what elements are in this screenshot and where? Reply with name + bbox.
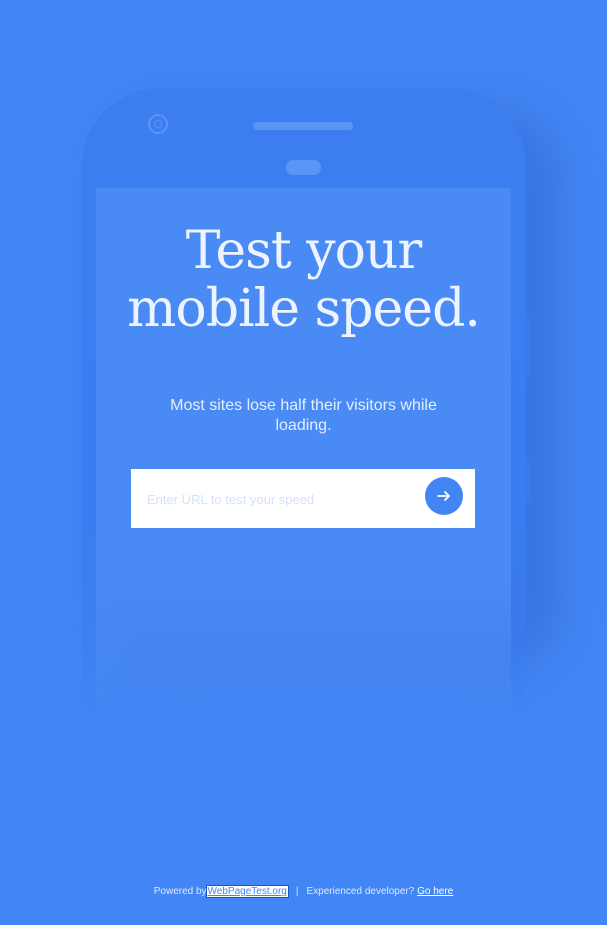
headline-line-2: mobile speed. <box>127 279 481 339</box>
developer-text: Experienced developer? <box>306 886 415 897</box>
headline-line-1: Test your <box>185 221 423 281</box>
footer-separator: | <box>295 886 299 897</box>
speaker-grille <box>253 122 353 130</box>
phone-side-button <box>525 462 530 502</box>
submit-button[interactable] <box>425 477 463 515</box>
subtitle: Most sites lose half their visitors whil… <box>170 397 437 434</box>
url-input[interactable] <box>145 487 419 511</box>
phone-side-button <box>525 315 530 375</box>
powered-by-text: Powered by <box>153 886 207 897</box>
webpagetest-link[interactable]: WebPageTest.org <box>205 885 289 898</box>
go-here-link[interactable]: Go here <box>417 886 453 897</box>
camera-icon <box>148 114 168 134</box>
footer: Powered byWebPageTest.org | Experienced de… <box>0 885 607 899</box>
sensor-icon <box>286 160 321 175</box>
page: Test your mobile speed. Most sites lose … <box>0 0 607 925</box>
url-test-form <box>131 469 475 528</box>
page-title: Test your mobile speed. <box>96 222 511 338</box>
arrow-right-icon <box>437 491 450 501</box>
